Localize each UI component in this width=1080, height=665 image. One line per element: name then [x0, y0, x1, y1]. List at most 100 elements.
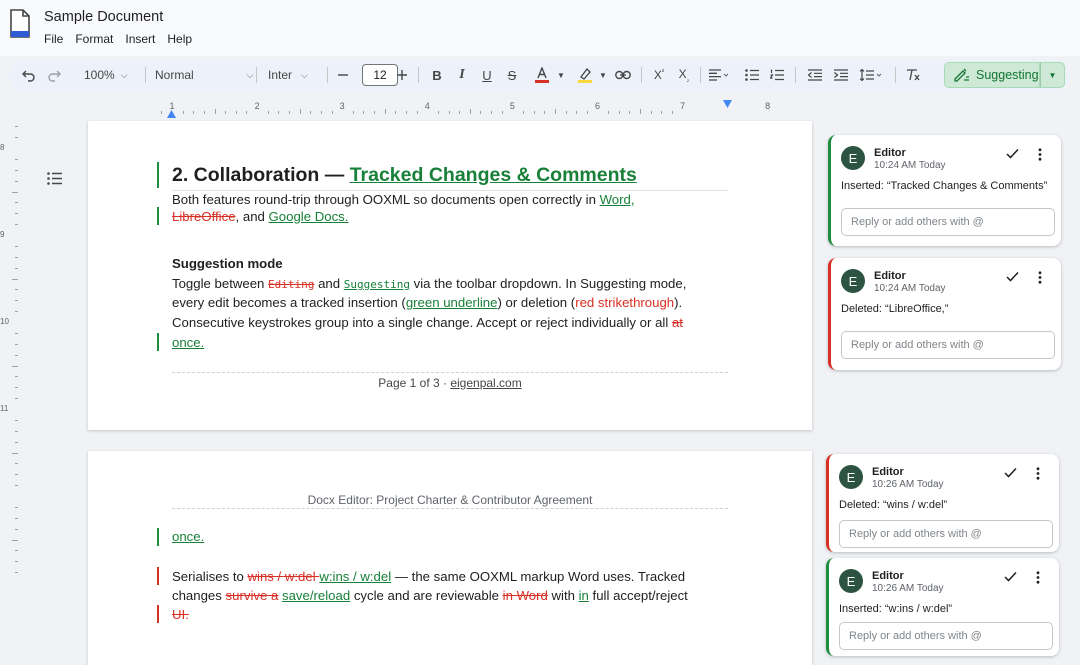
comment-author: Editor: [872, 570, 904, 582]
numbered-list-button[interactable]: [767, 59, 787, 91]
tracked-deletion[interactable]: LibreOffice: [172, 209, 236, 224]
menu-help[interactable]: Help: [167, 32, 192, 46]
ruler-tick: [15, 550, 18, 552]
minus-icon: [338, 74, 348, 76]
text-run: — the same OOXML markup Word uses. Track…: [391, 569, 686, 584]
highlight-button[interactable]: [574, 59, 596, 91]
ruler-tick: [15, 300, 18, 302]
tracked-deletion[interactable]: survive a: [226, 588, 279, 603]
underline-button[interactable]: U: [477, 59, 497, 91]
footer-link[interactable]: eigenpal.com: [450, 376, 521, 390]
tracked-deletion[interactable]: wins / w:del: [248, 569, 320, 584]
more-options-icon[interactable]: [1038, 148, 1042, 161]
font-family-select[interactable]: Inter ⌵: [268, 59, 323, 91]
tracked-insertion[interactable]: once.: [172, 529, 204, 544]
reply-input[interactable]: Reply or add others with @: [839, 520, 1053, 548]
ruler-tick: [12, 539, 18, 541]
more-options-icon[interactable]: [1038, 271, 1042, 284]
tracked-insertion[interactable]: green underline: [406, 295, 498, 310]
accept-check-icon[interactable]: [1004, 571, 1017, 582]
subscript-button[interactable]: X₂: [674, 59, 694, 91]
mode-dropdown-button[interactable]: ▼: [1040, 62, 1065, 88]
text-color-dropdown[interactable]: ▼: [556, 59, 566, 91]
align-select[interactable]: [706, 59, 732, 91]
header-separator: [172, 508, 728, 509]
redo-button[interactable]: [44, 59, 64, 91]
bold-button[interactable]: B: [427, 59, 447, 91]
insert-link-button[interactable]: [613, 59, 633, 91]
page-2[interactable]: Docx Editor: Project Charter & Contribut…: [88, 451, 812, 665]
text-run: Consecutive keystrokes group into a sing…: [172, 315, 672, 330]
tracked-insertion[interactable]: Suggesting: [344, 278, 410, 291]
menu-format[interactable]: Format: [75, 32, 113, 46]
tracked-insertion[interactable]: Google Docs.: [269, 209, 349, 224]
tracked-insertion[interactable]: Word,: [600, 192, 635, 207]
divider: [895, 67, 896, 83]
menu-file[interactable]: File: [44, 32, 63, 46]
heading-text: 2. Collaboration —: [172, 164, 350, 186]
subscript-icon: X₂: [678, 66, 690, 84]
chevron-down-icon: ⌵: [301, 69, 308, 80]
comment-card[interactable]: E Editor 10:26 AM Today Inserted: “w:ins…: [826, 558, 1059, 656]
document-outline-icon[interactable]: [47, 172, 62, 185]
line-spacing-select[interactable]: [857, 59, 885, 91]
suggesting-mode-button[interactable]: Suggesting: [944, 62, 1040, 88]
ruler-tick: [480, 111, 482, 114]
undo-button[interactable]: [19, 59, 39, 91]
accept-check-icon[interactable]: [1006, 271, 1019, 282]
left-indent-marker-icon[interactable]: [167, 110, 176, 118]
tracked-insertion[interactable]: once.: [172, 335, 204, 350]
tracked-deletion[interactable]: UI.: [172, 607, 189, 622]
document-title[interactable]: Sample Document: [44, 9, 163, 25]
italic-button[interactable]: I: [452, 59, 472, 91]
tracked-insertion[interactable]: w:ins / w:del: [319, 569, 391, 584]
zoom-select[interactable]: 100% ⌵: [84, 59, 139, 91]
tracked-insertion[interactable]: Tracked Changes & Comments: [350, 164, 637, 186]
paragraph-style-select[interactable]: Normal ⌵: [155, 59, 254, 91]
comment-card[interactable]: E Editor 10:24 AM Today Inserted: “Track…: [828, 135, 1061, 246]
tracked-deletion[interactable]: at: [672, 315, 683, 330]
decrease-font-size-button[interactable]: [333, 59, 353, 91]
more-options-icon[interactable]: [1036, 467, 1040, 480]
tracked-insertion[interactable]: in: [579, 588, 589, 603]
page-1[interactable]: 2. Collaboration — Tracked Changes & Com…: [88, 121, 812, 430]
comment-card[interactable]: E Editor 10:24 AM Today Deleted: “LibreO…: [828, 258, 1061, 370]
accept-check-icon[interactable]: [1006, 148, 1019, 159]
highlight-dropdown[interactable]: ▼: [598, 59, 608, 91]
ruler-tick: [15, 245, 18, 247]
menu-insert[interactable]: Insert: [125, 32, 155, 46]
reply-input[interactable]: Reply or add others with @: [841, 331, 1055, 359]
more-options-icon[interactable]: [1036, 571, 1040, 584]
strikethrough-button[interactable]: S: [502, 59, 522, 91]
bulleted-list-button[interactable]: [742, 59, 762, 91]
suggesting-mode-label: Suggesting: [976, 68, 1039, 82]
ruler-tick: [661, 111, 663, 114]
tracked-deletion[interactable]: Editing: [268, 278, 314, 291]
comment-card[interactable]: E Editor 10:26 AM Today Deleted: “wins /…: [826, 454, 1059, 552]
superscript-button[interactable]: X²: [649, 59, 669, 91]
comment-text: Inserted: “Tracked Changes & Comments”: [841, 180, 1047, 192]
ruler-tick: [15, 224, 18, 226]
clear-formatting-button[interactable]: [903, 59, 923, 91]
accept-check-icon[interactable]: [1004, 467, 1017, 478]
ruler-tick: [384, 109, 386, 114]
increase-indent-button[interactable]: [831, 59, 851, 91]
reply-input[interactable]: Reply or add others with @: [841, 208, 1055, 236]
chevron-down-icon: ⌵: [246, 69, 254, 80]
reply-input[interactable]: Reply or add others with @: [839, 622, 1053, 650]
decrease-indent-button[interactable]: [805, 59, 825, 91]
ruler-tick: [12, 191, 18, 193]
bulleted-list-icon: [745, 69, 759, 81]
right-indent-marker-icon[interactable]: [723, 100, 732, 108]
comment-author: Editor: [874, 270, 906, 282]
text-color-button[interactable]: [531, 59, 553, 91]
horizontal-ruler[interactable]: 1 2 3 4 5 6 7 8: [88, 100, 812, 118]
paragraph-line: once.: [172, 333, 204, 353]
ruler-tick: [501, 111, 503, 114]
app-header: Sample Document File Format Insert Help: [0, 0, 1080, 56]
ruler-tick: [352, 111, 354, 114]
increase-font-size-button[interactable]: [392, 59, 412, 91]
tracked-insertion[interactable]: save/reload: [282, 588, 350, 603]
ruler-tick: [565, 111, 567, 114]
tracked-deletion[interactable]: in Word: [503, 588, 548, 603]
